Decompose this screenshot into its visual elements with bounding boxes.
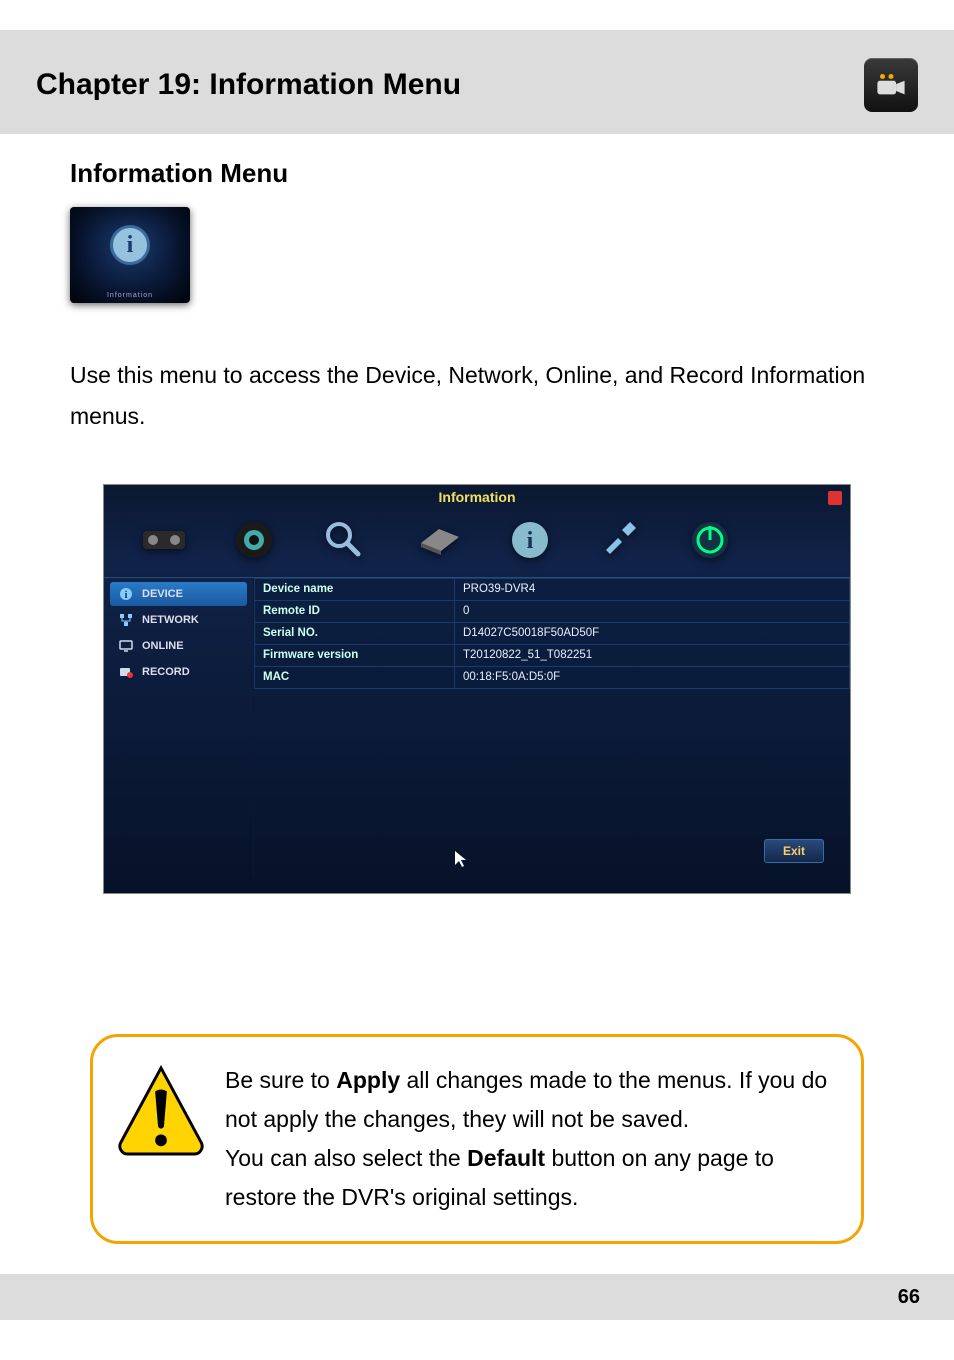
sidebar-item-label: NETWORK [142,614,199,626]
tools-icon[interactable] [592,517,648,563]
intro-paragraph: Use this menu to access the Device, Netw… [70,355,884,438]
sidebar-item-record[interactable]: RECORD [110,660,247,684]
sidebar-item-online[interactable]: ONLINE [110,634,247,658]
magnifier-icon[interactable] [316,517,372,563]
info-label: Firmware version [255,644,455,666]
sidebar-item-network[interactable]: NETWORK [110,608,247,632]
exit-button[interactable]: Exit [764,839,824,863]
info-label: Serial NO. [255,622,455,644]
info-icon[interactable]: i [508,518,552,562]
chapter-header: Chapter 19: Information Menu [0,30,954,134]
sidebar-item-device[interactable]: i DEVICE [110,582,247,606]
device-info-table: Device namePRO39-DVR4 Remote ID0 Serial … [254,578,850,689]
disk-icon[interactable] [412,517,468,563]
table-row: MAC00:18:F5:0A:D5:0F [255,666,850,688]
table-row: Remote ID0 [255,600,850,622]
page-number: 66 [898,1286,920,1309]
sidebar-item-label: ONLINE [142,640,184,652]
chapter-title: Chapter 19: Information Menu [36,68,461,102]
footer-bar: 66 [0,1274,954,1320]
sidebar-item-label: DEVICE [142,588,183,600]
cursor-icon [454,850,468,871]
info-value: 00:18:F5:0A:D5:0F [455,666,850,688]
dvr-top-icon-row: i [104,509,850,577]
table-row: Firmware versionT20120822_51_T082251 [255,644,850,666]
info-label: Remote ID [255,600,455,622]
camera-lens-icon[interactable] [232,518,276,562]
info-label: MAC [255,666,455,688]
info-menu-thumbnail: i Information [70,207,190,303]
info-value: D14027C50018F50AD50F [455,622,850,644]
svg-text:i: i [527,528,534,554]
warning-callout: Be sure to Apply all changes made to the… [90,1034,864,1244]
camcorder-icon [864,58,918,112]
dvr-sidebar: i DEVICE NETWORK [104,578,254,877]
info-small-icon: i [118,586,134,602]
section-title: Information Menu [70,158,884,189]
sidebar-item-label: RECORD [142,666,190,678]
info-value: 0 [455,600,850,622]
svg-text:i: i [125,590,128,601]
table-row: Device namePRO39-DVR4 [255,578,850,600]
dvr-screenshot: Information i [103,484,851,894]
dvr-window-title: Information [104,485,850,509]
thumbnail-caption: Information [70,292,190,299]
network-small-icon [118,612,134,628]
warning-icon [117,1061,207,1173]
info-value: PRO39-DVR4 [455,578,850,600]
record-small-icon [118,664,134,680]
close-icon[interactable] [828,491,842,505]
warning-text: Be sure to Apply all changes made to the… [225,1061,831,1217]
monitor-small-icon [118,638,134,654]
info-value: T20120822_51_T082251 [455,644,850,666]
power-icon[interactable] [688,518,732,562]
info-label: Device name [255,578,455,600]
table-row: Serial NO.D14027C50018F50AD50F [255,622,850,644]
setup-icon[interactable] [136,517,192,563]
